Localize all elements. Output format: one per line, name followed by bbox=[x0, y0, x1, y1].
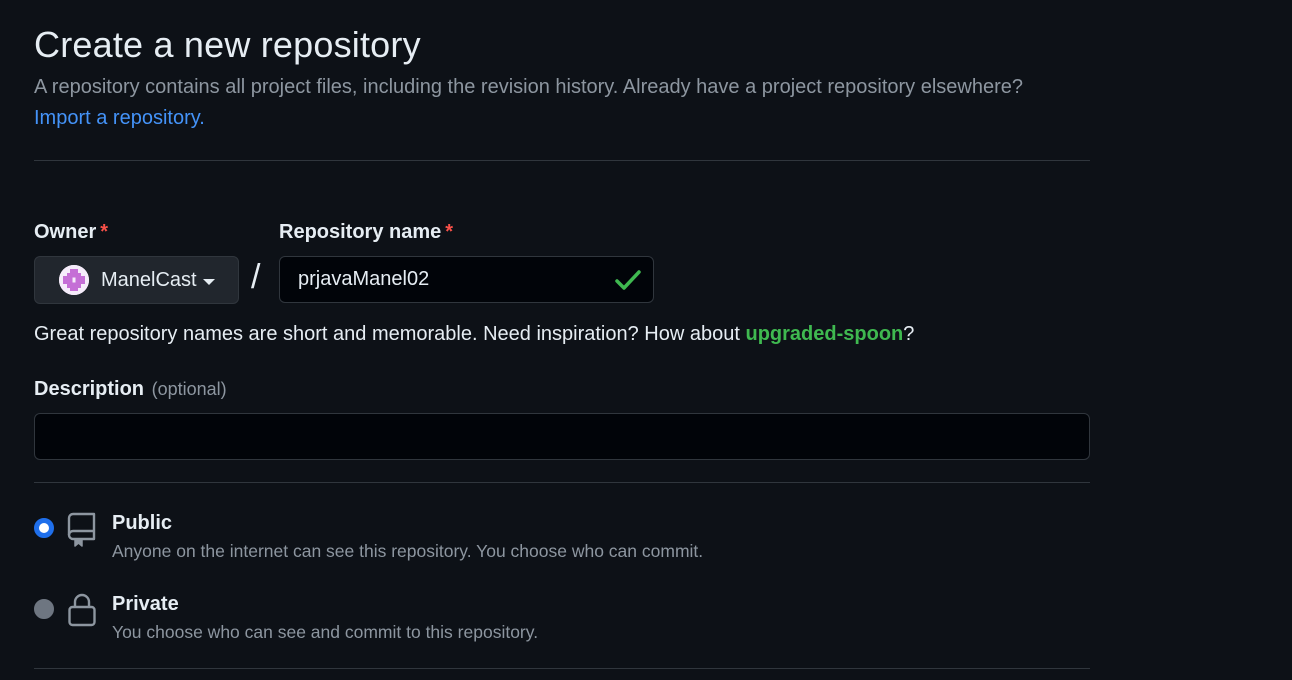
check-icon bbox=[615, 270, 641, 290]
create-repository-page: Create a new repository A repository con… bbox=[0, 0, 1292, 680]
owner-label-text: Owner bbox=[34, 221, 97, 243]
private-label: Private bbox=[112, 593, 179, 615]
repo-name-hint: Great repository names are short and mem… bbox=[34, 323, 914, 346]
public-radio[interactable] bbox=[34, 518, 54, 538]
private-radio[interactable] bbox=[34, 599, 54, 619]
repo-icon bbox=[67, 512, 96, 547]
public-label: Public bbox=[112, 512, 173, 534]
owner-name: ManelCast bbox=[101, 268, 197, 291]
description-optional-note: (optional) bbox=[151, 379, 227, 399]
page-title: Create a new repository bbox=[34, 24, 421, 65]
lock-icon bbox=[68, 593, 96, 627]
hint-text: Great repository names are short and mem… bbox=[34, 323, 746, 345]
description-divider bbox=[34, 482, 1090, 483]
owner-dropdown[interactable]: ManelCast bbox=[34, 256, 239, 304]
name-suggestion-link[interactable]: upgraded-spoon bbox=[745, 323, 903, 345]
repo-name-input[interactable] bbox=[280, 257, 653, 302]
public-description: Anyone on the internet can see this repo… bbox=[112, 541, 704, 561]
repo-name-label: Repository name * bbox=[279, 221, 453, 244]
private-description: You choose who can see and commit to thi… bbox=[112, 622, 539, 642]
owner-required-mark: * bbox=[100, 221, 109, 243]
hint-suffix: ? bbox=[903, 323, 915, 345]
description-label: Description (optional) bbox=[34, 378, 227, 401]
repo-name-required-mark: * bbox=[445, 221, 454, 243]
repo-name-field bbox=[279, 256, 654, 303]
owner-label: Owner * bbox=[34, 221, 108, 244]
repo-name-label-text: Repository name bbox=[279, 221, 442, 243]
description-input[interactable] bbox=[34, 413, 1090, 460]
page-subtitle: A repository contains all project files,… bbox=[34, 76, 1024, 98]
owner-repo-separator: / bbox=[251, 258, 261, 296]
visibility-divider bbox=[34, 668, 1090, 669]
caret-down-icon bbox=[202, 278, 215, 285]
owner-avatar-icon bbox=[59, 265, 89, 295]
import-repository-link[interactable]: Import a repository. bbox=[34, 107, 205, 130]
description-label-text: Description bbox=[34, 378, 145, 400]
header-divider bbox=[34, 160, 1090, 161]
